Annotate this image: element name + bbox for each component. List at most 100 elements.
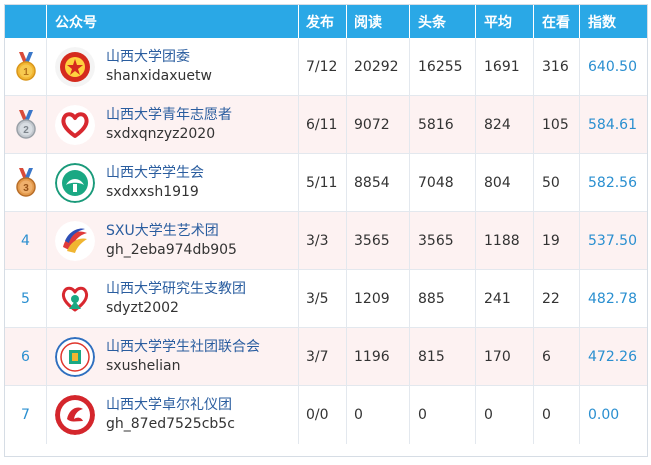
- headline-cell: 0: [410, 386, 476, 444]
- header-read[interactable]: 阅读: [347, 5, 410, 38]
- communist-youth-league-logo-icon[interactable]: [55, 46, 95, 87]
- publish-cell: 6/11: [299, 96, 347, 153]
- index-value: 472.26: [588, 348, 637, 365]
- rank-cell: 7: [5, 386, 47, 444]
- headline-cell: 5816: [410, 96, 476, 153]
- art-troupe-logo-icon[interactable]: [55, 220, 95, 261]
- average-cell: 241: [476, 270, 534, 327]
- average-cell: 804: [476, 154, 534, 211]
- read-cell: 9072: [347, 96, 410, 153]
- header-average[interactable]: 平均: [476, 5, 534, 38]
- table-row[interactable]: 6 山西大学学生社团联合会 sxushelian 3/7 1196 815 17…: [5, 328, 647, 386]
- account-cell: 山西大学研究生支教团 sdyzt2002: [47, 270, 299, 327]
- account-name[interactable]: 山西大学团委: [106, 48, 212, 67]
- watching-cell: 6: [534, 328, 580, 385]
- rank-cell: 1: [5, 38, 47, 95]
- account-cell: 山西大学卓尔礼仪团 gh_87ed7525cb5c: [47, 386, 299, 444]
- rank-cell: 5: [5, 270, 47, 327]
- table-header: 公众号 发布 阅读 头条 平均 在看 指数: [5, 5, 647, 38]
- ranking-table: 公众号 发布 阅读 头条 平均 在看 指数 1 山西大学团委 shanxidax…: [4, 4, 648, 457]
- svg-text:1: 1: [23, 67, 29, 78]
- index-cell: 640.50: [580, 38, 647, 95]
- index-value: 582.56: [588, 174, 637, 191]
- svg-text:2: 2: [23, 125, 29, 136]
- account-id: gh_2eba974db905: [106, 241, 237, 258]
- publish-cell: 5/11: [299, 154, 347, 211]
- account-id: sxushelian: [106, 357, 181, 374]
- etiquette-team-logo-icon[interactable]: [55, 395, 95, 435]
- publish-cell: 7/12: [299, 38, 347, 95]
- header-headline[interactable]: 头条: [410, 5, 476, 38]
- table-row[interactable]: 7 山西大学卓尔礼仪团 gh_87ed7525cb5c 0/0 0 0 0 0: [5, 386, 647, 444]
- watching-cell: 105: [534, 96, 580, 153]
- table-row[interactable]: 5 山西大学研究生支教团 sdyzt2002 3/5 1209 885 241 …: [5, 270, 647, 328]
- average-cell: 824: [476, 96, 534, 153]
- average-cell: 0: [476, 386, 534, 444]
- publish-cell: 3/5: [299, 270, 347, 327]
- account-id: gh_87ed7525cb5c: [106, 416, 235, 432]
- header-publish[interactable]: 发布: [299, 5, 347, 38]
- headline-cell: 16255: [410, 38, 476, 95]
- student-union-logo-icon[interactable]: [55, 162, 95, 203]
- bronze-medal-icon: 3: [15, 167, 36, 197]
- account-id: sxdxxsh1919: [106, 183, 199, 200]
- account-cell: 山西大学团委 shanxidaxuetw: [47, 38, 299, 95]
- account-name[interactable]: 山西大学学生会: [106, 164, 204, 183]
- watching-cell: 316: [534, 38, 580, 95]
- rank-cell: 2: [5, 96, 47, 153]
- account-name[interactable]: 山西大学研究生支教团: [106, 280, 246, 299]
- headline-cell: 3565: [410, 212, 476, 269]
- rank-cell: 4: [5, 212, 47, 269]
- account-name[interactable]: 山西大学学生社团联合会: [106, 338, 260, 357]
- read-cell: 0: [347, 386, 410, 444]
- account-cell: 山西大学青年志愿者 sxdxqnzyz2020: [47, 96, 299, 153]
- gold-medal-icon: 1: [15, 51, 36, 81]
- account-id: sxdxqnzyz2020: [106, 125, 216, 142]
- average-cell: 170: [476, 328, 534, 385]
- index-value: 584.61: [588, 116, 637, 133]
- account-name[interactable]: 山西大学青年志愿者: [106, 106, 232, 125]
- header-watching[interactable]: 在看: [534, 5, 580, 38]
- read-cell: 8854: [347, 154, 410, 211]
- header-index[interactable]: 指数: [580, 5, 647, 38]
- index-cell: 482.78: [580, 270, 647, 327]
- index-cell: 537.50: [580, 212, 647, 269]
- header-account[interactable]: 公众号: [47, 5, 299, 38]
- account-cell: 山西大学学生会 sxdxxsh1919: [47, 154, 299, 211]
- headline-cell: 885: [410, 270, 476, 327]
- account-id: shanxidaxuetw: [106, 67, 212, 84]
- index-value: 0.00: [588, 407, 620, 423]
- account-name[interactable]: 山西大学卓尔礼仪团: [106, 396, 235, 415]
- account-cell: 山西大学学生社团联合会 sxushelian: [47, 328, 299, 385]
- average-cell: 1188: [476, 212, 534, 269]
- average-cell: 1691: [476, 38, 534, 95]
- publish-cell: 3/3: [299, 212, 347, 269]
- rank-cell: 3: [5, 154, 47, 211]
- index-cell: 584.61: [580, 96, 647, 153]
- headline-cell: 7048: [410, 154, 476, 211]
- publish-cell: 0/0: [299, 386, 347, 444]
- index-value: 482.78: [588, 290, 637, 307]
- table-row[interactable]: 3 山西大学学生会 sxdxxsh1919 5/11 8854 7048 804…: [5, 154, 647, 212]
- table-row[interactable]: 1 山西大学团委 shanxidaxuetw 7/12 20292 16255 …: [5, 38, 647, 96]
- table-row[interactable]: 4 SXU大学生艺术团 gh_2eba974db905 3/3 3565 356…: [5, 212, 647, 270]
- read-cell: 3565: [347, 212, 410, 269]
- teaching-volunteer-heart-logo-icon[interactable]: [55, 278, 95, 319]
- index-cell: 0.00: [580, 386, 647, 444]
- account-id: sdyzt2002: [106, 299, 179, 316]
- club-federation-logo-icon[interactable]: [55, 336, 95, 377]
- index-value: 640.50: [588, 58, 637, 75]
- table-row[interactable]: 2 山西大学青年志愿者 sxdxqnzyz2020 6/11 9072 5816…: [5, 96, 647, 154]
- account-cell: SXU大学生艺术团 gh_2eba974db905: [47, 212, 299, 269]
- rank-number: 5: [21, 290, 30, 307]
- watching-cell: 50: [534, 154, 580, 211]
- red-heart-logo-icon[interactable]: [55, 104, 95, 145]
- read-cell: 20292: [347, 38, 410, 95]
- index-value: 537.50: [588, 232, 637, 249]
- read-cell: 1209: [347, 270, 410, 327]
- headline-cell: 815: [410, 328, 476, 385]
- watching-cell: 0: [534, 386, 580, 444]
- account-name[interactable]: SXU大学生艺术团: [106, 222, 237, 241]
- read-cell: 1196: [347, 328, 410, 385]
- svg-text:3: 3: [23, 183, 29, 194]
